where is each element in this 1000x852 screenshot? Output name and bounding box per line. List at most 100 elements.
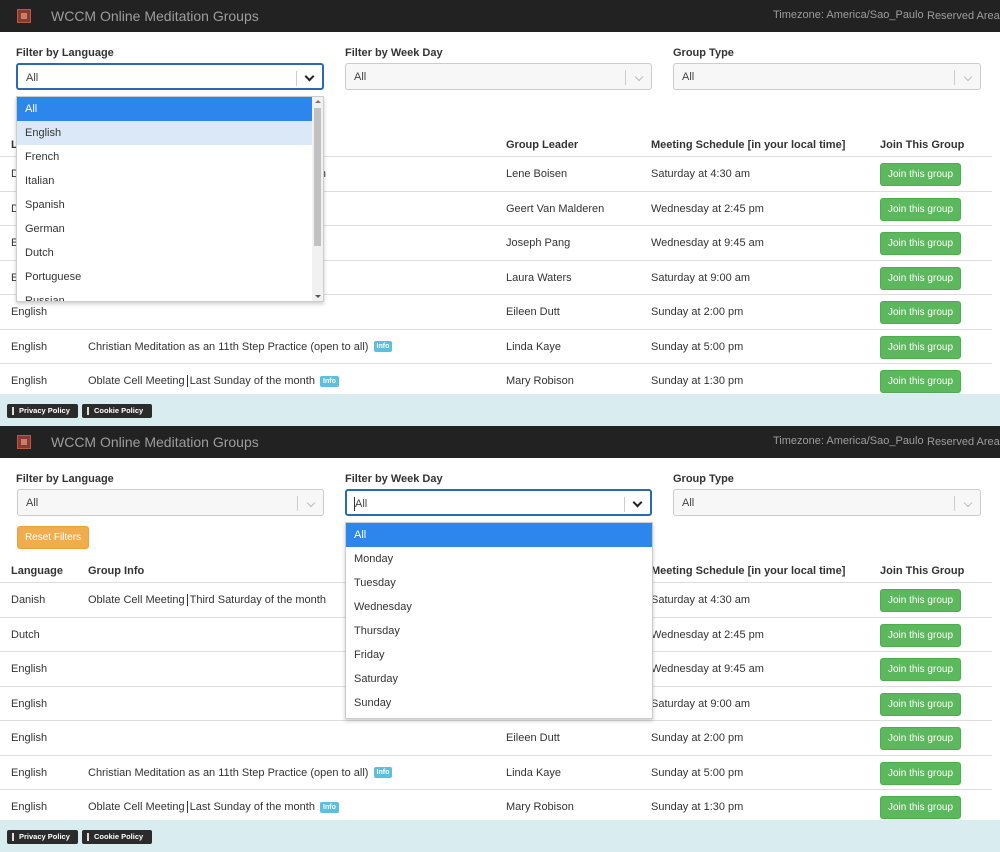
- info-badge[interactable]: Info: [373, 341, 393, 353]
- language-option-italian[interactable]: Italian: [17, 169, 323, 193]
- select-separator: [297, 496, 298, 511]
- chevron-down-icon[interactable]: [963, 498, 973, 508]
- weekday-dropdown-list[interactable]: All Monday Tuesday Wednesday Thursday Fr…: [345, 522, 653, 719]
- join-group-button[interactable]: Join this group: [880, 163, 961, 186]
- reserved-area-link[interactable]: Reserved Area: [927, 436, 1000, 448]
- language-option-french[interactable]: French: [17, 145, 323, 169]
- cell-schedule: Wednesday at 9:45 am: [651, 663, 764, 675]
- logo-icon[interactable]: [17, 9, 31, 23]
- chevron-down-icon[interactable]: [634, 72, 644, 82]
- join-group-button[interactable]: Join this group: [880, 589, 961, 612]
- info-badge[interactable]: Info: [320, 375, 339, 387]
- privacy-policy-button[interactable]: Privacy Policy: [7, 404, 78, 418]
- language-filter-label: Filter by Language: [16, 47, 114, 59]
- group-type-filter-label: Group Type: [673, 473, 734, 485]
- join-group-button[interactable]: Join this group: [880, 623, 961, 647]
- dropdown-scrollbar[interactable]: [312, 97, 323, 301]
- language-option-german[interactable]: German: [17, 217, 323, 241]
- cell-language: English: [11, 697, 48, 710]
- weekday-option-tuesday[interactable]: Tuesday: [346, 571, 652, 595]
- join-group-button[interactable]: Join this group: [880, 335, 961, 359]
- language-option-portuguese[interactable]: Portuguese: [17, 265, 323, 289]
- cell-leader: Eileen Dutt: [506, 732, 560, 744]
- weekday-option-wednesday[interactable]: Wednesday: [346, 595, 652, 619]
- group-type-select-value: All: [682, 71, 695, 83]
- group-type-select[interactable]: All: [673, 63, 981, 90]
- join-group-button[interactable]: Join this group: [880, 370, 961, 393]
- cell-schedule: Wednesday at 2:45 pm: [651, 628, 764, 641]
- cell-language: English: [11, 801, 48, 813]
- cell-group-info: Oblate Cell Meeting Last Sunday of the mo…: [88, 801, 339, 814]
- cell-leader: Linda Kaye: [506, 766, 562, 779]
- weekday-select[interactable]: All: [345, 63, 652, 90]
- scrollbar-thumb[interactable]: [314, 108, 321, 246]
- weekday-option-all[interactable]: All: [346, 523, 652, 547]
- join-group-button[interactable]: Join this group: [880, 658, 961, 681]
- chevron-down-icon[interactable]: [632, 497, 643, 508]
- logo-icon[interactable]: [17, 435, 31, 449]
- table-row: English Eileen Dutt Sunday at 2:00 pm Jo…: [0, 721, 992, 756]
- weekday-option-saturday[interactable]: Saturday: [346, 667, 652, 691]
- weekday-option-friday[interactable]: Friday: [346, 643, 652, 667]
- timezone-text: Timezone: America/Sao_Paulo: [773, 435, 924, 447]
- chevron-down-icon[interactable]: [306, 498, 316, 508]
- weekday-select[interactable]: All: [345, 489, 652, 516]
- language-option-english[interactable]: English: [17, 121, 323, 145]
- screenshot-panel-weekday: WCCM Online Meditation Groups Timezone: …: [0, 426, 1000, 852]
- table-row: English Christian Meditation as an 11th …: [0, 756, 992, 790]
- column-header-join: Join This Group: [880, 565, 965, 577]
- scroll-up-arrow-icon[interactable]: [315, 100, 321, 103]
- scroll-down-arrow-icon[interactable]: [315, 295, 321, 298]
- select-separator: [625, 70, 626, 85]
- join-group-button[interactable]: Join this group: [880, 301, 961, 324]
- cell-language: English: [11, 375, 48, 387]
- cell-schedule: Sunday at 2:00 pm: [651, 306, 744, 318]
- cell-leader: Mary Robison: [506, 375, 574, 387]
- weekday-option-sunday[interactable]: Sunday: [346, 691, 652, 715]
- language-select-value: All: [26, 72, 39, 84]
- chevron-down-icon[interactable]: [304, 71, 315, 82]
- select-separator: [296, 71, 297, 86]
- weekday-option-thursday[interactable]: Thursday: [346, 619, 652, 643]
- cookie-policy-button[interactable]: Cookie Policy: [82, 404, 152, 418]
- join-group-button[interactable]: Join this group: [880, 232, 961, 255]
- privacy-policy-button[interactable]: Privacy Policy: [7, 830, 78, 844]
- cell-leader: Linda Kaye: [506, 340, 562, 353]
- cell-schedule: Saturday at 9:00 am: [651, 271, 751, 284]
- join-group-button[interactable]: Join this group: [880, 727, 961, 750]
- text-cursor: [186, 594, 188, 607]
- language-select[interactable]: All: [17, 489, 324, 516]
- join-group-button[interactable]: Join this group: [880, 796, 961, 819]
- language-select[interactable]: All: [16, 63, 324, 90]
- language-option-spanish[interactable]: Spanish: [17, 193, 323, 217]
- text-cursor: [186, 375, 188, 388]
- info-badge[interactable]: Info: [320, 801, 339, 813]
- chevron-down-icon[interactable]: [963, 72, 973, 82]
- cell-schedule: Sunday at 1:30 pm: [651, 375, 744, 387]
- brand-title[interactable]: WCCM Online Meditation Groups: [51, 8, 259, 24]
- reserved-area-link[interactable]: Reserved Area: [927, 10, 1000, 22]
- cell-schedule: Saturday at 9:00 am: [651, 697, 751, 710]
- language-option-all[interactable]: All: [17, 97, 323, 121]
- reset-filters-button[interactable]: Reset Filters: [17, 526, 89, 549]
- join-group-button[interactable]: Join this group: [880, 692, 961, 716]
- cell-leader: Geert Van Malderen: [506, 202, 605, 215]
- weekday-filter-label: Filter by Week Day: [345, 473, 443, 485]
- weekday-select-value: All: [354, 71, 367, 83]
- cell-schedule: Sunday at 2:00 pm: [651, 732, 744, 744]
- cookie-policy-button[interactable]: Cookie Policy: [82, 830, 152, 844]
- weekday-option-monday[interactable]: Monday: [346, 547, 652, 571]
- join-group-button[interactable]: Join this group: [880, 266, 961, 290]
- language-dropdown-list[interactable]: All English French Italian Spanish Germa…: [16, 96, 324, 302]
- info-badge[interactable]: Info: [373, 767, 393, 779]
- group-info-detail: Last Sunday of the month: [189, 375, 315, 387]
- language-option-russian[interactable]: Russian: [17, 289, 323, 301]
- brand-title[interactable]: WCCM Online Meditation Groups: [51, 434, 259, 450]
- join-group-button[interactable]: Join this group: [880, 197, 961, 221]
- group-type-select[interactable]: All: [673, 489, 981, 516]
- cell-language: English: [11, 732, 48, 744]
- language-option-dutch[interactable]: Dutch: [17, 241, 323, 265]
- cell-leader: Lene Boisen: [506, 168, 568, 180]
- weekday-select-value: All: [355, 498, 368, 510]
- join-group-button[interactable]: Join this group: [880, 761, 961, 785]
